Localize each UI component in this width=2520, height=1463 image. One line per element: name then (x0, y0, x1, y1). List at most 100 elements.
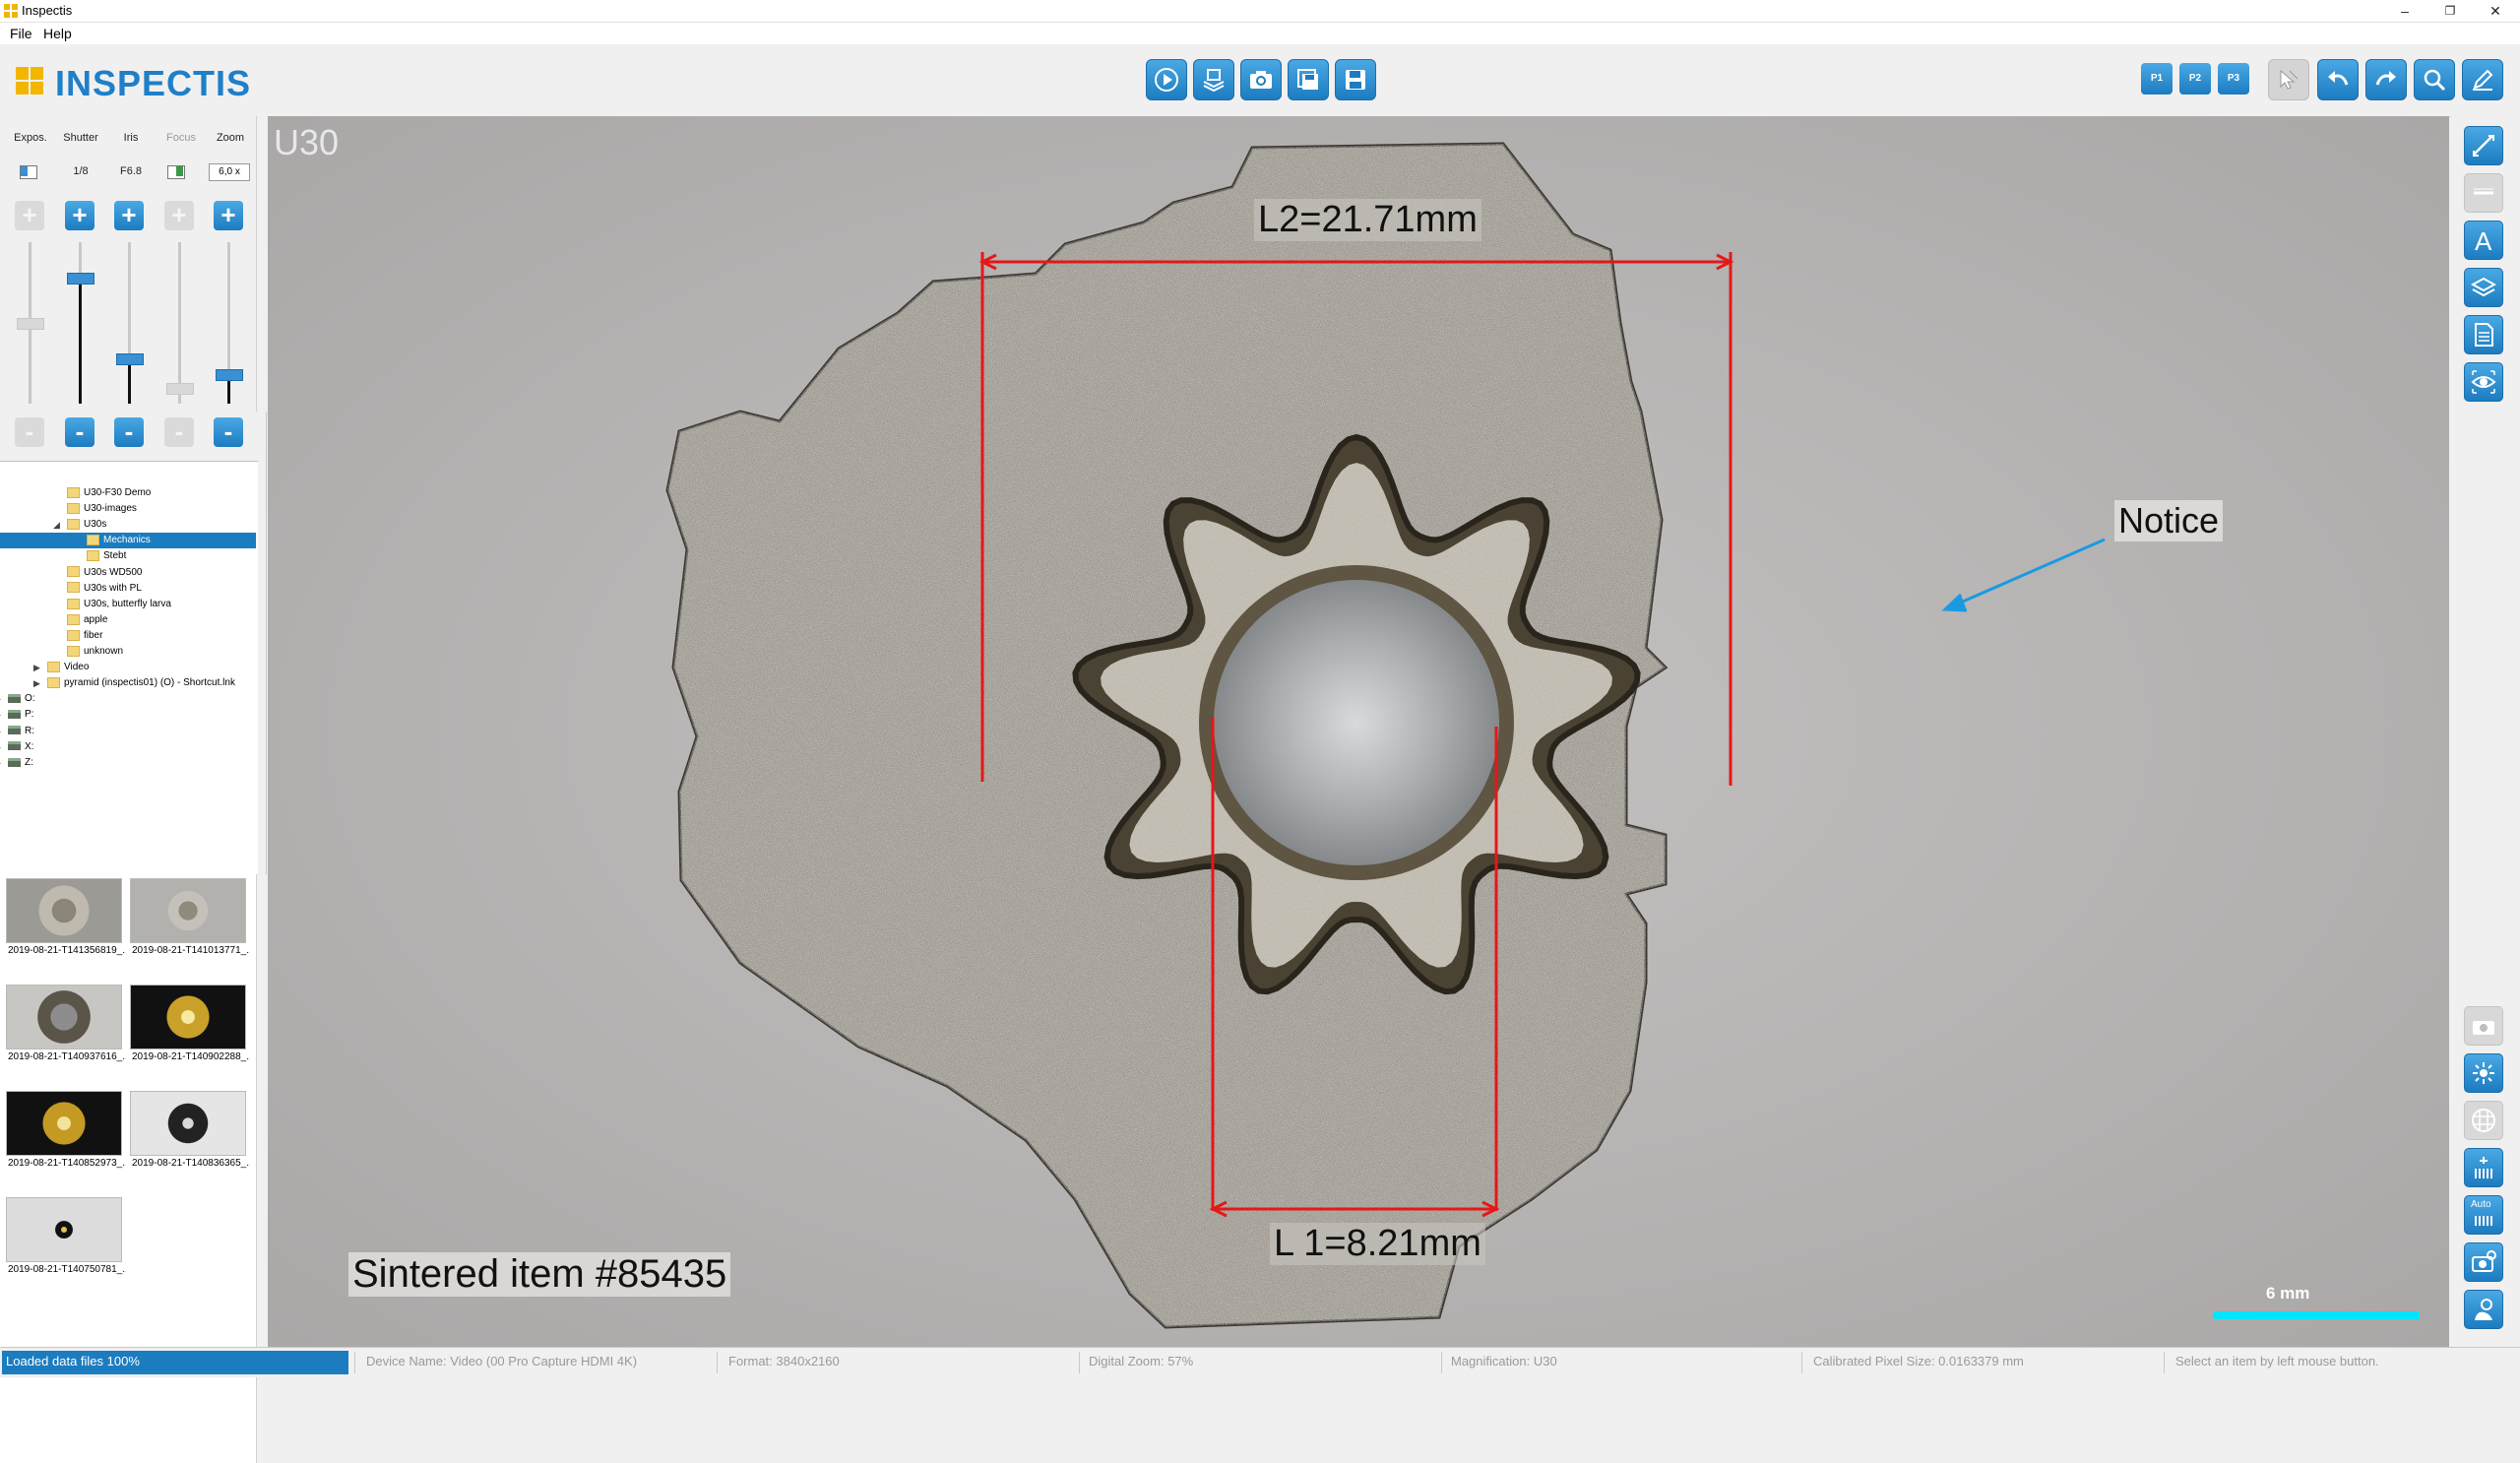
preset-2-button[interactable]: P2 (2179, 63, 2211, 95)
pen-button[interactable] (2462, 59, 2503, 100)
thumbnail-image[interactable] (130, 1091, 246, 1156)
line-tool-button[interactable] (2464, 173, 2503, 213)
caption-annotation[interactable]: Sintered item #85435 (348, 1252, 731, 1297)
save-stack-button[interactable] (1288, 59, 1329, 100)
notice-annotation[interactable]: Notice (2114, 500, 2224, 541)
undo-button[interactable] (2317, 59, 2359, 100)
tree-item[interactable]: U30s, butterfly larva (0, 597, 256, 612)
zoom-label: Zoom (216, 132, 245, 144)
shutter-slider-handle[interactable] (67, 273, 94, 286)
play-button[interactable] (1146, 59, 1187, 100)
thumbnail-image[interactable] (130, 878, 246, 943)
tree-item[interactable]: U30s ◢ (0, 517, 256, 533)
snapshot-button[interactable] (1240, 59, 1282, 100)
brightness-button[interactable] (2464, 1053, 2503, 1093)
zoom-slider-handle[interactable] (216, 369, 243, 382)
thumbnail-image[interactable] (130, 985, 246, 1050)
shutter-plus-button[interactable]: + (65, 201, 94, 230)
tree-item[interactable]: Mechanics (0, 533, 256, 549)
expand-toggle-icon[interactable]: ▶ (0, 724, 1, 739)
ruler-tool-button[interactable] (2464, 126, 2503, 165)
tree-item[interactable]: U30-images (0, 501, 256, 517)
thumbnail-image[interactable] (6, 985, 122, 1050)
iris-slider-handle[interactable] (116, 353, 144, 366)
tree-item[interactable]: Stebt (0, 548, 256, 564)
folder-icon (67, 598, 80, 609)
folder-icon (67, 582, 80, 594)
tree-item-label: Mechanics (103, 535, 151, 546)
zoom-plus-button[interactable]: + (214, 201, 243, 230)
menu-help[interactable]: Help (43, 26, 72, 41)
tree-item[interactable]: U30-F30 Demo (0, 485, 256, 501)
tree-item[interactable]: P: ▶ (0, 707, 256, 723)
expand-toggle-icon[interactable]: ▶ (33, 675, 40, 691)
expand-toggle-icon[interactable]: ▶ (33, 660, 40, 675)
focus-auto-toggle[interactable] (167, 165, 185, 179)
close-button[interactable]: ✕ (2473, 0, 2518, 22)
user-settings-button[interactable] (2464, 1290, 2503, 1329)
tree-item[interactable]: Z: ▶ (0, 755, 256, 771)
focus-plus-button[interactable]: + (164, 201, 194, 230)
shutter-minus-button[interactable]: - (65, 417, 94, 447)
tree-item-label: U30s (84, 519, 107, 531)
iris-plus-button[interactable]: + (114, 201, 144, 230)
white-balance-button[interactable] (2464, 1148, 2503, 1187)
preset-3-button[interactable]: P3 (2218, 63, 2249, 95)
preset-1-button[interactable]: P1 (2141, 63, 2173, 95)
layers-button[interactable] (2464, 268, 2503, 307)
thumbnail-image[interactable] (6, 878, 122, 943)
expand-toggle-icon[interactable]: ▶ (0, 755, 1, 771)
camera-panel-scrollbar[interactable] (256, 116, 267, 412)
redo-button[interactable] (2365, 59, 2407, 100)
tree-item[interactable]: fiber (0, 628, 256, 644)
pixel-size-status: Calibrated Pixel Size: 0.0163379 mm (1813, 1354, 2024, 1368)
tree-item[interactable]: U30s WD500 (0, 565, 256, 581)
tree-item[interactable]: unknown (0, 644, 256, 660)
drive-icon (8, 741, 21, 751)
restore-button[interactable]: ❐ (2427, 0, 2473, 22)
tree-item[interactable]: apple (0, 612, 256, 628)
measurement-l1-label[interactable]: L 1=8.21mm (1270, 1223, 1485, 1265)
expand-toggle-icon[interactable]: ▶ (0, 691, 1, 707)
text-tool-button[interactable]: A (2464, 221, 2503, 260)
select-tool-button[interactable] (2268, 59, 2309, 100)
focus-minus-button[interactable]: - (164, 417, 194, 447)
save-button[interactable] (1335, 59, 1376, 100)
tree-item[interactable]: pyramid (inspectis01) (O) - Shortcut.lnk… (0, 675, 256, 691)
tree-item[interactable]: X: ▶ (0, 739, 256, 755)
zoom-button[interactable] (2414, 59, 2455, 100)
exposure-minus-button[interactable]: - (15, 417, 44, 447)
iris-minus-button[interactable]: - (114, 417, 144, 447)
auto-white-balance-button[interactable]: Auto (2464, 1195, 2503, 1235)
expand-toggle-icon[interactable]: ▶ (0, 707, 1, 723)
tree-item[interactable]: R: ▶ (0, 724, 256, 739)
exposure-plus-button[interactable]: + (15, 201, 44, 230)
tree-item[interactable]: Video ▶ (0, 660, 256, 675)
grid-button[interactable] (2464, 1101, 2503, 1140)
stack-button[interactable] (1193, 59, 1234, 100)
capture-settings-button[interactable] (2464, 1242, 2503, 1282)
camera-settings-button[interactable] (2464, 1006, 2503, 1046)
exposure-auto-toggle[interactable] (20, 165, 37, 179)
focus-slider-track[interactable] (178, 242, 181, 404)
measurement-l2-label[interactable]: L2=21.71mm (1254, 199, 1481, 241)
focus-slider-handle[interactable] (166, 382, 194, 395)
capture-settings-icon (2472, 1250, 2496, 1272)
zoom-value-field[interactable]: 6,0 x (209, 163, 250, 181)
minimize-button[interactable]: – (2382, 0, 2427, 22)
tree-item[interactable]: U30s with PL (0, 581, 256, 597)
expand-toggle-icon[interactable]: ▶ (0, 739, 1, 755)
thumbnail-image[interactable] (6, 1091, 122, 1156)
tree-item-label: unknown (84, 646, 124, 657)
tree-item[interactable]: O: ▶ (0, 691, 256, 707)
report-button[interactable] (2464, 315, 2503, 354)
folder-icon (67, 629, 80, 641)
expand-toggle-icon[interactable]: ◢ (53, 517, 60, 533)
zoom-minus-button[interactable]: - (214, 417, 243, 447)
thumbnail-image[interactable] (6, 1197, 122, 1262)
exposure-slider-handle[interactable] (17, 318, 44, 330)
overlay-visibility-button[interactable] (2464, 362, 2503, 402)
image-viewer[interactable]: U30 L2=21.71mm L 1=8.21mm Notice Sintere… (268, 116, 2449, 1347)
menu-file[interactable]: File (10, 26, 32, 41)
save-stack-icon (1297, 69, 1318, 90)
